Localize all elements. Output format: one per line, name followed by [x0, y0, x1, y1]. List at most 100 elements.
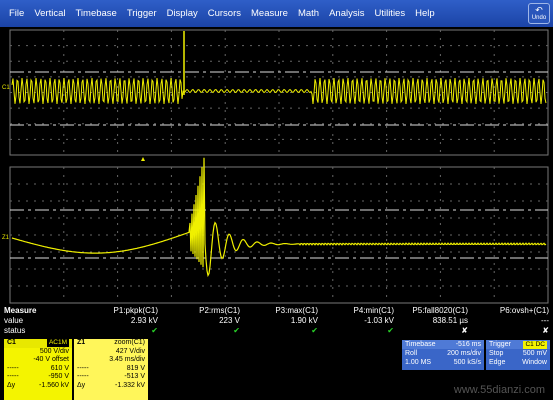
zoom-position-marker: [141, 157, 145, 161]
check-icon: ✔: [233, 326, 240, 335]
value-label: value: [4, 316, 24, 325]
menu-help[interactable]: Help: [410, 8, 440, 19]
measure-param-value: 838.51 µs: [432, 316, 468, 325]
c1-trace: [11, 77, 547, 105]
timebase-panel[interactable]: Timebase -516 ms Roll 200 ms/div 1.00 MS…: [402, 340, 484, 370]
trigger-level: 500 mV: [522, 350, 547, 357]
menu-display[interactable]: Display: [162, 8, 203, 19]
z1-row: 3.45 ms/div: [74, 356, 148, 365]
trigger-header: Trigger C1 DC: [486, 340, 550, 349]
cross-icon: ✘: [461, 326, 468, 335]
z1-row-value: -1.332 kV: [115, 381, 145, 389]
menu-trigger[interactable]: Trigger: [122, 8, 162, 19]
timebase-rate: 500 kS/s: [453, 359, 481, 366]
measure-param-name: P6:ovsh+(C1): [499, 306, 549, 315]
z1-row-value: 3.45 ms/div: [109, 356, 145, 363]
undo-button[interactable]: ↶ Undo: [528, 3, 550, 24]
timebase-delay: -516 ms: [455, 341, 481, 348]
measure-param-value: 2.93 kV: [130, 316, 158, 325]
status-label: status: [4, 326, 26, 335]
c1-row-value: 610 V: [50, 364, 69, 372]
c1-name: C1: [7, 339, 16, 346]
menu-analysis[interactable]: Analysis: [324, 8, 369, 19]
timebase-label: Timebase: [405, 341, 436, 348]
undo-icon: ↶: [535, 4, 543, 15]
c1-row-value: -1.560 kV: [39, 381, 69, 389]
c1-descriptor-panel[interactable]: C1 AC1M 500 V/div -40 V offset ----- 610 V-…: [4, 339, 72, 400]
c1-row: 500 V/div: [4, 348, 72, 357]
c1-row: Δy -1.560 kV: [4, 382, 72, 391]
c1-row-value: -40 V offset: [33, 356, 69, 363]
z1-row-label: -----: [77, 364, 89, 372]
channel-c1-marker[interactable]: C1: [2, 85, 10, 91]
channel-z1-marker[interactable]: Z1: [2, 235, 9, 241]
measure-table: Measure P1:pkpk(C1) P2:rms(C1) P3:max(C1) P…: [0, 305, 553, 339]
c1-row: ----- -950 V: [4, 373, 72, 382]
timebase-div: 200 ms/div: [447, 350, 481, 357]
menu-cursors[interactable]: Cursors: [203, 8, 246, 19]
waveform-display[interactable]: C1 Z1: [0, 27, 553, 305]
measure-param-value: -1.03 kV: [364, 316, 394, 325]
trigger-mode: Stop: [489, 350, 504, 357]
channel-panels: C1 AC1M 500 V/div -40 V offset ----- 610 V-…: [0, 339, 553, 400]
z1-row: Δy -1.332 kV: [74, 382, 148, 391]
z1-row-label: -----: [77, 373, 89, 380]
menu-measure[interactable]: Measure: [246, 8, 293, 19]
menu-math[interactable]: Math: [293, 8, 324, 19]
measure-param-name: P1:pkpk(C1): [113, 306, 158, 315]
trigger-type: Edge: [489, 359, 506, 366]
measure-param-name: P2:rms(C1): [199, 306, 240, 315]
timebase-header: Timebase -516 ms: [402, 340, 484, 349]
c1-row-label: Δy: [7, 381, 16, 389]
c1-row-value: -950 V: [48, 373, 69, 380]
measure-header-row: Measure P1:pkpk(C1) P2:rms(C1) P3:max(C1) P…: [0, 306, 553, 316]
trigger-source-badge: C1 DC: [523, 341, 547, 349]
z1-row-value: 819 V: [126, 364, 145, 372]
menu-file[interactable]: File: [4, 8, 29, 19]
watermark-text: www.55dianzi.com: [453, 384, 545, 396]
timebase-mem: 1.00 MS: [405, 359, 432, 366]
undo-label: Undo: [531, 14, 547, 21]
timebase-mode: Roll: [405, 350, 418, 357]
timebase-row-2: 1.00 MS 500 kS/s: [402, 358, 484, 367]
z1-name: Z1: [77, 339, 86, 346]
measure-param-value: 1.90 kV: [290, 316, 318, 325]
check-icon: ✔: [151, 326, 158, 335]
measure-param-value: ---: [541, 316, 549, 325]
c1-coupling-badge: AC1M: [46, 339, 69, 347]
z1-row-value: 427 V/div: [115, 347, 145, 355]
trigger-panel[interactable]: Trigger C1 DC Stop 500 mV Edge Window: [486, 340, 550, 370]
c1-row: -40 V offset: [4, 356, 72, 365]
measure-param-value: 223 V: [219, 316, 240, 325]
c1-row-value: 500 V/div: [39, 347, 69, 355]
measure-title: Measure: [4, 306, 37, 315]
menu-utilities[interactable]: Utilities: [369, 8, 410, 19]
measure-value-row: value 2.93 kV 223 V 1.90 kV -1.03 kV 838.51 …: [0, 316, 553, 326]
measure-status-row: status ✔ ✔ ✔ ✔ ✘ ✘: [0, 326, 553, 336]
check-icon: ✔: [311, 326, 318, 335]
z1-function: zoom(C1): [114, 339, 145, 346]
menu-timebase[interactable]: Timebase: [70, 8, 121, 19]
z1-row: ----- -513 V: [74, 373, 148, 382]
z1-row-value: -513 V: [124, 373, 145, 380]
c1-panel-header: C1 AC1M: [4, 339, 72, 348]
timebase-row-1: Roll 200 ms/div: [402, 349, 484, 358]
trigger-row-2: Edge Window: [486, 358, 550, 367]
menu-bar: File Vertical Timebase Trigger Display Cursor…: [0, 0, 553, 27]
cross-icon: ✘: [542, 326, 549, 335]
z1-panel-header: Z1 zoom(C1): [74, 339, 148, 348]
check-icon: ✔: [387, 326, 394, 335]
z1-row: ----- 819 V: [74, 365, 148, 374]
c1-row-label: -----: [7, 364, 19, 372]
trigger-slope: Window: [522, 359, 547, 366]
scope-grids: [9, 29, 549, 304]
measure-param-name: P4:min(C1): [353, 306, 394, 315]
trigger-label: Trigger: [489, 341, 511, 348]
c1-row: ----- 610 V: [4, 365, 72, 374]
trigger-row-1: Stop 500 mV: [486, 349, 550, 358]
measure-param-name: P5:fall8020(C1): [412, 306, 468, 315]
menu-vertical[interactable]: Vertical: [29, 8, 70, 19]
z1-descriptor-panel[interactable]: Z1 zoom(C1) 427 V/div 3.45 ms/div ----- 819…: [74, 339, 148, 400]
z1-row: 427 V/div: [74, 348, 148, 357]
c1-row-label: -----: [7, 373, 19, 380]
